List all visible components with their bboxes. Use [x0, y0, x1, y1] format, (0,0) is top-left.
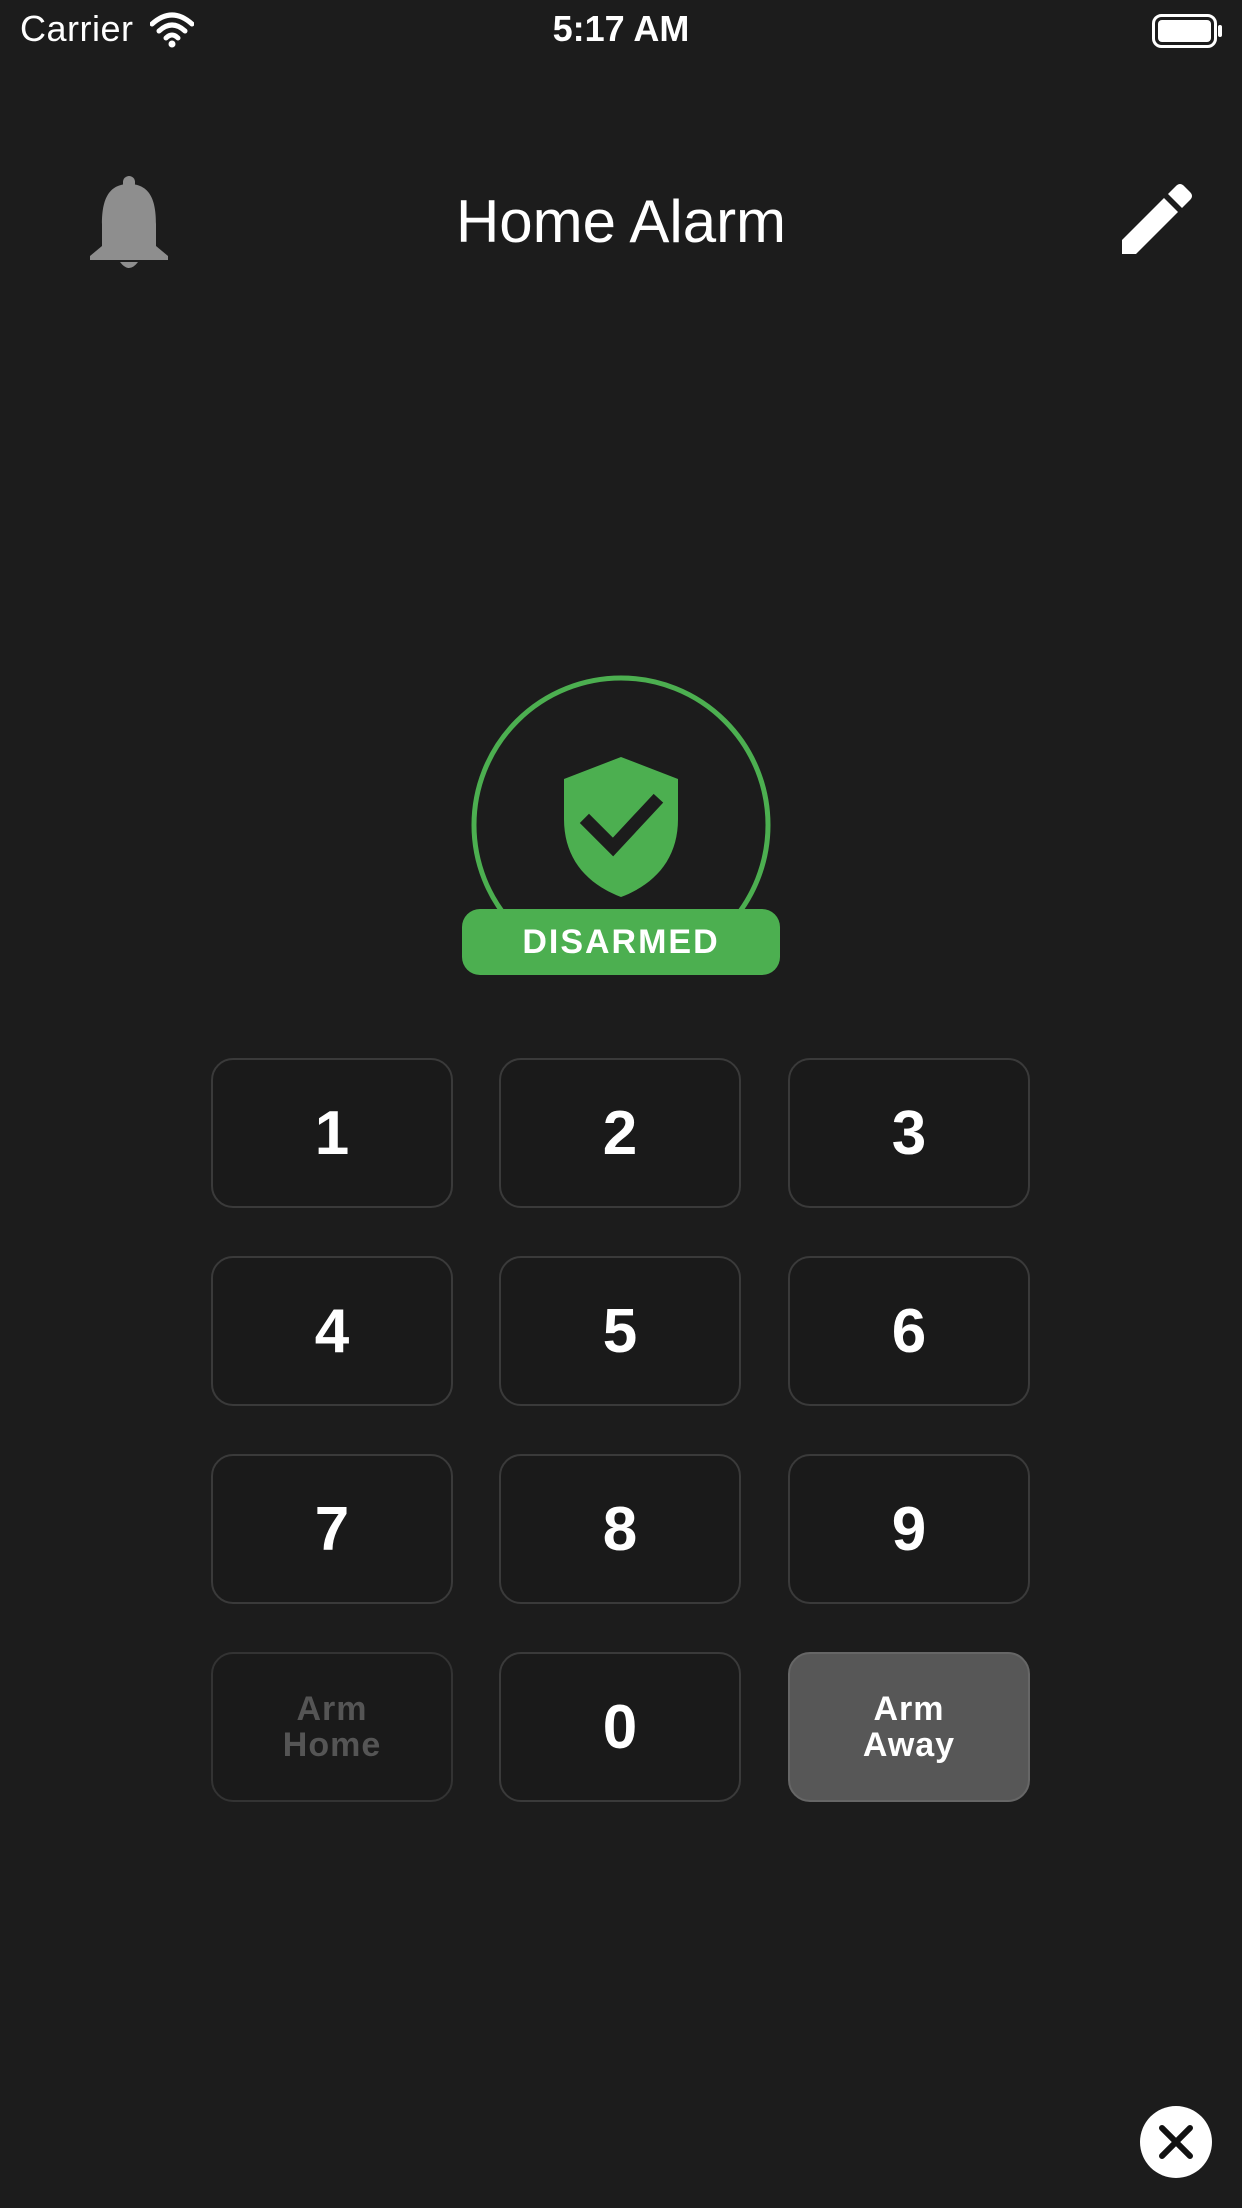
key-9[interactable]: 9 [788, 1454, 1030, 1604]
keypad: 1 2 3 4 5 6 7 8 9 Arm Home 0 Arm Away [211, 1058, 1031, 1804]
alarm-screen: Carrier 5:17 AM Home Alarm DISARMED 1 2 … [0, 0, 1242, 2208]
arm-away-button[interactable]: Arm Away [788, 1652, 1030, 1802]
status-bar: Carrier 5:17 AM [0, 0, 1242, 62]
shield-check-icon [564, 757, 678, 897]
status-badge: DISARMED [462, 909, 780, 975]
key-1[interactable]: 1 [211, 1058, 453, 1208]
key-2[interactable]: 2 [499, 1058, 741, 1208]
key-0[interactable]: 0 [499, 1652, 741, 1802]
close-icon [1159, 2125, 1193, 2159]
battery-icon [1152, 14, 1222, 48]
status-time: 5:17 AM [552, 8, 690, 49]
key-5[interactable]: 5 [499, 1256, 741, 1406]
key-6[interactable]: 6 [788, 1256, 1030, 1406]
close-button[interactable] [1140, 2106, 1212, 2178]
key-8[interactable]: 8 [499, 1454, 741, 1604]
edit-icon[interactable] [1118, 178, 1198, 258]
page-title: Home Alarm [455, 188, 787, 255]
key-3[interactable]: 3 [788, 1058, 1030, 1208]
arm-home-button[interactable]: Arm Home [211, 1652, 453, 1802]
key-7[interactable]: 7 [211, 1454, 453, 1604]
key-4[interactable]: 4 [211, 1256, 453, 1406]
